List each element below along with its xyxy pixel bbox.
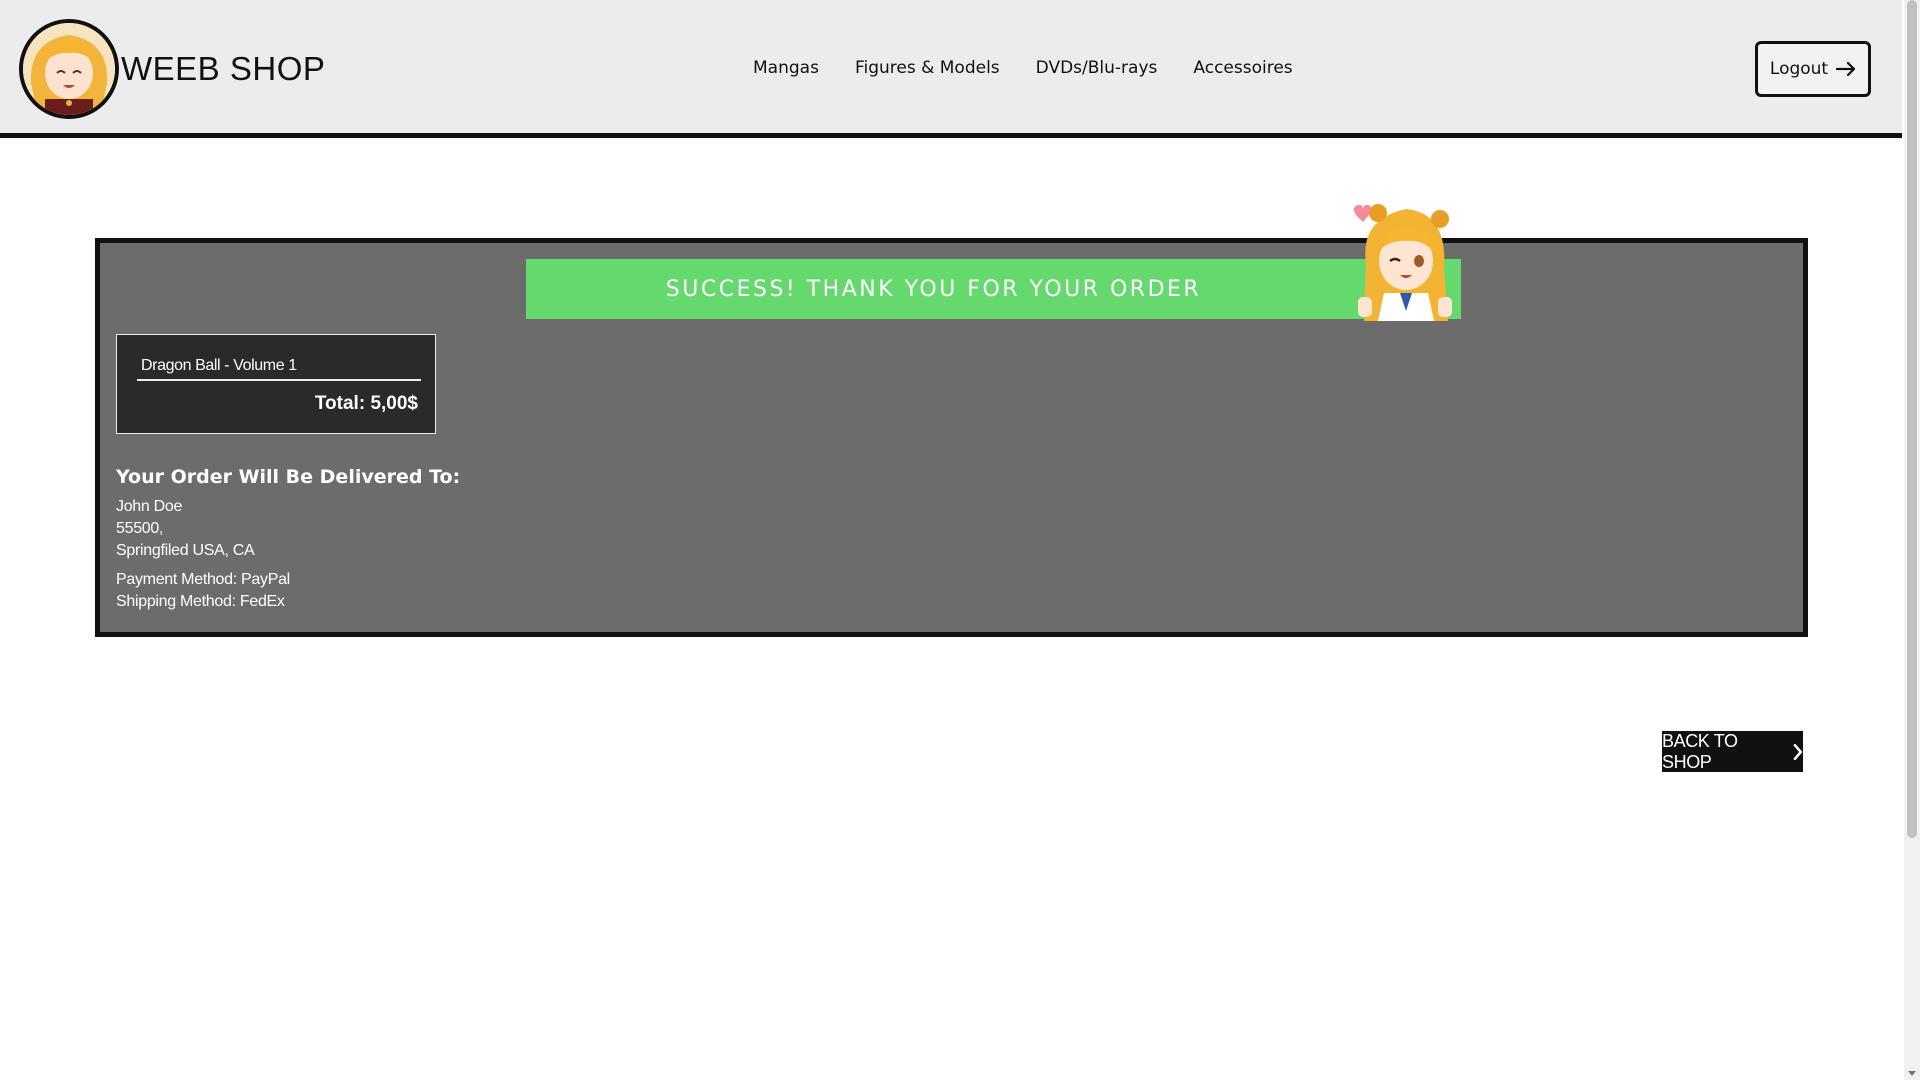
order-total: Total: 5,00$	[314, 393, 418, 414]
logout-label: Logout	[1769, 59, 1829, 79]
logout-button[interactable]: Logout	[1755, 41, 1871, 97]
chevron-right-icon	[1794, 743, 1803, 760]
delivery-city: Springfiled USA, CA	[116, 542, 255, 559]
delivery-heading: Your Order Will Be Delivered To:	[116, 466, 461, 488]
order-item: Dragon Ball - Volume 1	[137, 357, 421, 381]
order-methods: Payment Method: PayPal Shipping Method: …	[116, 569, 290, 613]
arrow-right-icon	[1836, 62, 1856, 76]
mascot-thumbs-up-icon	[1336, 193, 1466, 321]
nav-accessoires[interactable]: Accessoires	[1193, 58, 1292, 78]
success-message: SUCCESS! THANK YOU FOR YOUR ORDER	[665, 276, 1202, 302]
nav-mangas[interactable]: Mangas	[753, 58, 819, 78]
back-to-shop-button[interactable]: BACK TO SHOP	[1662, 731, 1803, 772]
page-scrollbar[interactable]	[1904, 0, 1920, 1080]
nav-dvds-blurays[interactable]: DVDs/Blu-rays	[1036, 58, 1158, 78]
back-to-shop-label: BACK TO SHOP	[1662, 730, 1738, 772]
scroll-down-arrow-icon[interactable]	[1908, 1071, 1916, 1076]
delivery-address: John Doe 55500, Springfiled USA, CA	[116, 496, 255, 562]
logo-avatar-icon[interactable]	[19, 19, 119, 119]
order-summary-box: Dragon Ball - Volume 1 Total: 5,00$	[116, 334, 436, 434]
site-header: WEEB SHOP Mangas Figures & Models DVDs/B…	[0, 0, 1902, 138]
delivery-name: John Doe	[116, 498, 183, 515]
payment-method: Payment Method: PayPal	[116, 571, 290, 588]
nav-figures-models[interactable]: Figures & Models	[855, 58, 1000, 78]
shipping-method: Shipping Method: FedEx	[116, 593, 285, 610]
scrollbar-thumb[interactable]	[1907, 0, 1917, 838]
main-nav: Mangas Figures & Models DVDs/Blu-rays Ac…	[753, 58, 1293, 78]
success-banner: SUCCESS! THANK YOU FOR YOUR ORDER	[526, 259, 1461, 319]
brand-name[interactable]: WEEB SHOP	[121, 50, 325, 88]
delivery-zip: 55500,	[116, 520, 164, 537]
